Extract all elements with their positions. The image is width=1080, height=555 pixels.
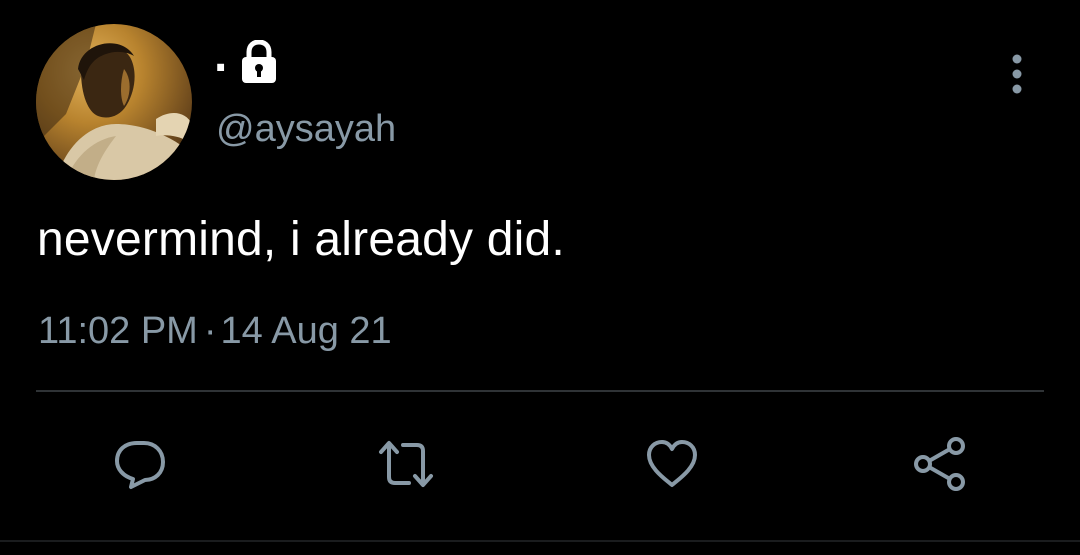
- tweet-date: 14 Aug 21: [220, 310, 392, 352]
- heart-icon: [647, 440, 697, 487]
- retweet-button[interactable]: [376, 434, 436, 494]
- divider: [36, 390, 1044, 392]
- tweet-timestamp[interactable]: 11:02 PM · 14 Aug 21: [38, 312, 392, 350]
- username-handle[interactable]: @aysayah: [216, 110, 396, 148]
- avatar-image: [36, 24, 192, 180]
- share-button[interactable]: [910, 434, 970, 494]
- tweet-time: 11:02 PM: [38, 310, 198, 352]
- retweet-icon: [379, 441, 433, 487]
- share-icon: [914, 437, 965, 491]
- lock-icon: [242, 40, 276, 83]
- avatar[interactable]: [36, 24, 192, 180]
- reply-icon: [115, 441, 165, 489]
- timestamp-separator: ·: [203, 310, 217, 352]
- bottom-divider: [0, 540, 1080, 542]
- display-name[interactable]: .: [214, 28, 227, 84]
- more-vertical-icon[interactable]: [1000, 52, 1034, 96]
- like-button[interactable]: [642, 434, 702, 494]
- reply-button[interactable]: [110, 434, 170, 494]
- tweet-text: nevermind, i already did.: [37, 213, 565, 266]
